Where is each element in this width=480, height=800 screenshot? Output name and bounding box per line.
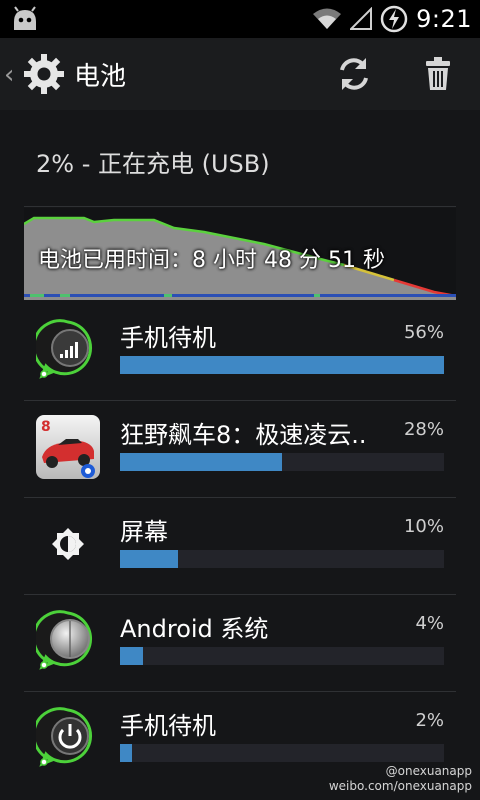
usage-bar-fill xyxy=(120,550,178,568)
usage-percent: 56% xyxy=(403,322,444,343)
clock: 9:21 xyxy=(416,5,472,33)
divider xyxy=(24,206,456,207)
usage-bar-fill xyxy=(120,356,444,374)
cell-standby-icon xyxy=(36,319,93,379)
power-icon xyxy=(36,707,93,767)
app-name: 狂野飙车8：极速凌云.. xyxy=(120,421,367,449)
action-bar: ‹ 电池 xyxy=(0,38,480,111)
cyanogen-android-icon xyxy=(14,6,36,30)
usage-bar-fill xyxy=(120,647,144,665)
battery-status: 2% - 正在充电 (USB) xyxy=(36,150,270,178)
graph-segment xyxy=(30,294,44,297)
signal-icon xyxy=(350,7,373,30)
usage-percent: 2% xyxy=(415,710,444,731)
usage-bar xyxy=(120,550,444,568)
usage-bar-fill xyxy=(120,453,282,471)
app-name: Android 系统 xyxy=(120,615,269,643)
gear-icon[interactable] xyxy=(22,52,66,96)
watermark-handle: @onexuanapp xyxy=(385,764,472,778)
watermark-url: weibo.com/onexuanapp xyxy=(328,779,472,793)
list-item[interactable]: 屏幕 10% xyxy=(24,498,456,594)
usage-bar xyxy=(120,647,444,665)
wifi-icon xyxy=(313,8,342,29)
racing-game-icon: 8 xyxy=(36,415,100,479)
refresh-icon[interactable] xyxy=(334,54,374,94)
trash-icon[interactable] xyxy=(418,54,458,94)
app-name: 手机待机 xyxy=(120,712,216,740)
battery-content: 2% - 正在充电 (USB) 电池已用时间：8 小时 48 分 51 秒 手机… xyxy=(0,110,480,800)
usage-percent: 10% xyxy=(403,516,444,537)
list-item[interactable]: 8 狂野飙车8：极速凌云.. 28% xyxy=(24,401,456,497)
graph-baseline xyxy=(24,294,456,297)
usage-bar xyxy=(120,356,444,374)
usage-bar-fill xyxy=(120,744,132,762)
brightness-icon xyxy=(52,528,84,560)
usage-percent: 4% xyxy=(415,613,444,634)
graph-segment xyxy=(164,294,172,297)
status-bar: 9:21 xyxy=(0,0,480,38)
usage-percent: 28% xyxy=(403,419,444,440)
page-title: 电池 xyxy=(74,62,127,92)
battery-history-graph[interactable]: 电池已用时间：8 小时 48 分 51 秒 xyxy=(24,208,456,300)
battery-usage-time: 电池已用时间：8 小时 48 分 51 秒 xyxy=(38,248,385,273)
battery-charging-icon xyxy=(380,5,408,33)
list-item[interactable]: Android 系统 4% xyxy=(24,595,456,691)
list-item[interactable]: 手机待机 56% xyxy=(24,304,456,400)
graph-segment xyxy=(60,294,70,297)
watermark: @onexuanapp weibo.com/onexuanapp xyxy=(329,764,472,794)
graph-segment xyxy=(314,294,320,297)
back-chevron-icon[interactable]: ‹ xyxy=(4,60,14,90)
app-name: 手机待机 xyxy=(120,324,216,352)
svg-text:8: 8 xyxy=(41,419,51,435)
app-name: 屏幕 xyxy=(120,518,168,546)
usage-bar xyxy=(120,744,444,762)
usage-bar xyxy=(120,453,444,471)
android-system-icon xyxy=(36,610,93,670)
